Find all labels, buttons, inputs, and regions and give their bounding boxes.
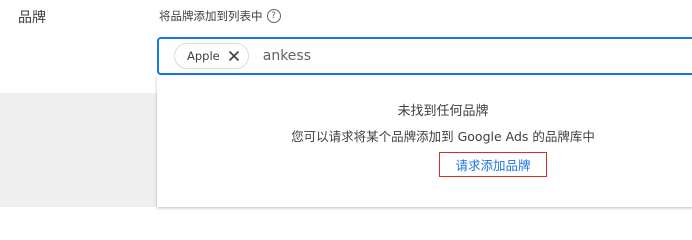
help-circle-icon[interactable]: ? <box>266 9 281 23</box>
search-query-text[interactable]: ankess <box>263 48 311 64</box>
instruction-text: 将品牌添加到列表中 <box>159 9 263 23</box>
request-add-brand-link[interactable]: 请求添加品牌 <box>439 152 547 177</box>
brand-selector-page: 品牌 将品牌添加到列表中 ? Apple ankess 未找到任何品牌 您可以请… <box>0 0 692 207</box>
suggestions-dropdown: 未找到任何品牌 您可以请求将某个品牌添加到 Google Ads 的品牌库中 请… <box>157 76 692 207</box>
brand-chip-apple: Apple <box>174 43 249 69</box>
request-hint-text: 您可以请求将某个品牌添加到 Google Ads 的品牌库中 <box>291 129 595 144</box>
brand-field-label: 品牌 <box>18 10 46 26</box>
add-brand-instruction: 将品牌添加到列表中 ? <box>159 8 281 24</box>
brand-search-input[interactable]: Apple ankess <box>157 37 692 75</box>
no-result-title: 未找到任何品牌 <box>397 104 489 119</box>
chip-label: Apple <box>187 49 220 63</box>
close-icon[interactable] <box>226 48 242 64</box>
